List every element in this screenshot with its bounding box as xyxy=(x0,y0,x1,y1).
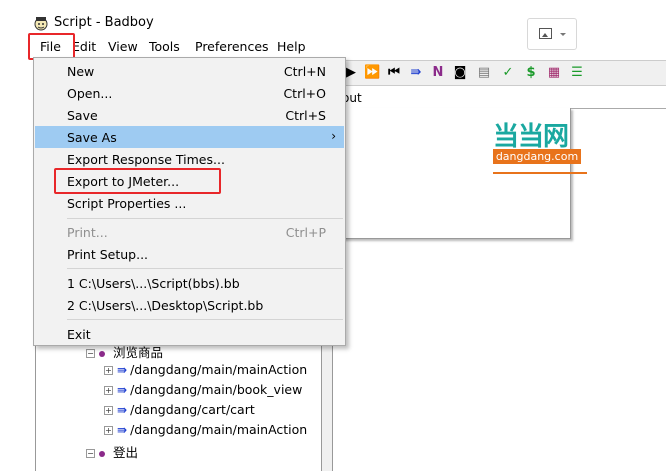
menu-separator xyxy=(67,268,343,269)
menu-view[interactable]: View xyxy=(108,39,138,54)
expand-icon[interactable]: + xyxy=(104,406,113,415)
tab-strip xyxy=(333,88,666,109)
step-dot-icon xyxy=(99,450,105,457)
request-arrow-icon: ⇛ xyxy=(117,423,128,437)
menu-item-save-as[interactable]: Save As › xyxy=(35,126,344,148)
chevron-down-icon xyxy=(560,33,566,36)
menu-item-print: Print... Ctrl+P xyxy=(67,225,326,240)
menu-item-open[interactable]: Open... Ctrl+O xyxy=(35,82,344,104)
menu-item-new[interactable]: New Ctrl+N xyxy=(35,60,344,82)
pane-splitter[interactable] xyxy=(322,340,333,471)
script-tree[interactable]: − 浏览商品 + ⇛/dangdang/main/mainAction + ⇛/dan… xyxy=(35,340,322,471)
menu-separator xyxy=(67,319,343,320)
dangdang-logo-domain: dangdang.com xyxy=(493,149,581,164)
request-arrow-icon: ⇛ xyxy=(117,383,128,397)
collapse-icon[interactable]: − xyxy=(86,449,95,458)
expand-icon[interactable]: + xyxy=(104,386,113,395)
window-title: Script - Badboy xyxy=(54,15,154,30)
annotation-box-export-jmeter xyxy=(54,168,221,194)
request-arrow-icon: ⇛ xyxy=(117,403,128,417)
annotation-box-file xyxy=(28,33,75,60)
menu-bar: File Edit View Tools Preferences Help xyxy=(30,37,450,57)
step-icon[interactable]: ⇛ xyxy=(408,65,424,81)
expand-icon[interactable]: + xyxy=(104,426,113,435)
tree-item-request[interactable]: + ⇛/dangdang/main/mainAction xyxy=(104,422,307,440)
tree-item-request[interactable]: + ⇛/dangdang/cart/cart xyxy=(104,402,255,420)
image-dropdown-button[interactable] xyxy=(527,18,577,50)
submenu-arrow-icon: › xyxy=(331,129,336,143)
menu-item-recent-2[interactable]: 2 C:\Users\...\Desktop\Script.bb xyxy=(35,294,344,316)
tree-item-request[interactable]: + ⇛/dangdang/main/book_view xyxy=(104,382,302,400)
dollar-icon[interactable]: $ xyxy=(523,65,539,81)
step-dot-icon xyxy=(99,350,105,357)
title-bar: Script - Badboy xyxy=(0,0,666,50)
align-icon[interactable]: ☰ xyxy=(569,65,585,81)
page-icon[interactable]: ▤ xyxy=(476,65,492,81)
menu-item-exit[interactable]: Exit xyxy=(35,323,344,345)
n-icon[interactable]: N xyxy=(430,65,446,81)
grid-icon[interactable]: ▦ xyxy=(546,65,562,81)
menu-item-script-properties[interactable]: Script Properties ... xyxy=(35,192,344,214)
menu-help[interactable]: Help xyxy=(277,39,306,54)
camera-icon[interactable]: ◙ xyxy=(452,65,468,81)
tree-item-group[interactable]: − 登出 xyxy=(86,442,138,460)
menu-preferences[interactable]: Preferences xyxy=(195,39,269,54)
skip-back-icon[interactable]: ⏮ xyxy=(386,65,402,81)
check-icon[interactable]: ✓ xyxy=(500,65,516,81)
menu-item-recent-1[interactable]: 1 C:\Users\...\Script(bbs).bb xyxy=(35,272,344,294)
dangdang-logo: 当当网 xyxy=(493,122,569,152)
expand-icon[interactable]: + xyxy=(104,366,113,375)
menu-tools[interactable]: Tools xyxy=(149,39,180,54)
menu-item-print-setup[interactable]: Print Setup... xyxy=(35,243,344,265)
image-icon xyxy=(539,28,552,39)
logo-underline xyxy=(493,172,587,174)
tree-item-request[interactable]: + ⇛/dangdang/main/mainAction xyxy=(104,362,307,380)
file-menu: New Ctrl+N Open... Ctrl+O Save Ctrl+S Sa… xyxy=(33,57,346,346)
badboy-app-icon xyxy=(34,17,48,31)
collapse-icon[interactable]: − xyxy=(86,349,95,358)
menu-item-export-response-times[interactable]: Export Response Times... xyxy=(35,148,344,170)
toolbar: ▶ ⏩ ⏮ ⇛ N ◙ ▤ ✓ $ ▦ ☰ xyxy=(340,60,666,86)
fast-forward-icon[interactable]: ⏩ xyxy=(364,65,380,81)
menu-separator xyxy=(67,218,343,219)
menu-item-save[interactable]: Save Ctrl+S xyxy=(35,104,344,126)
menu-edit[interactable]: Edit xyxy=(72,39,96,54)
request-arrow-icon: ⇛ xyxy=(117,363,128,377)
